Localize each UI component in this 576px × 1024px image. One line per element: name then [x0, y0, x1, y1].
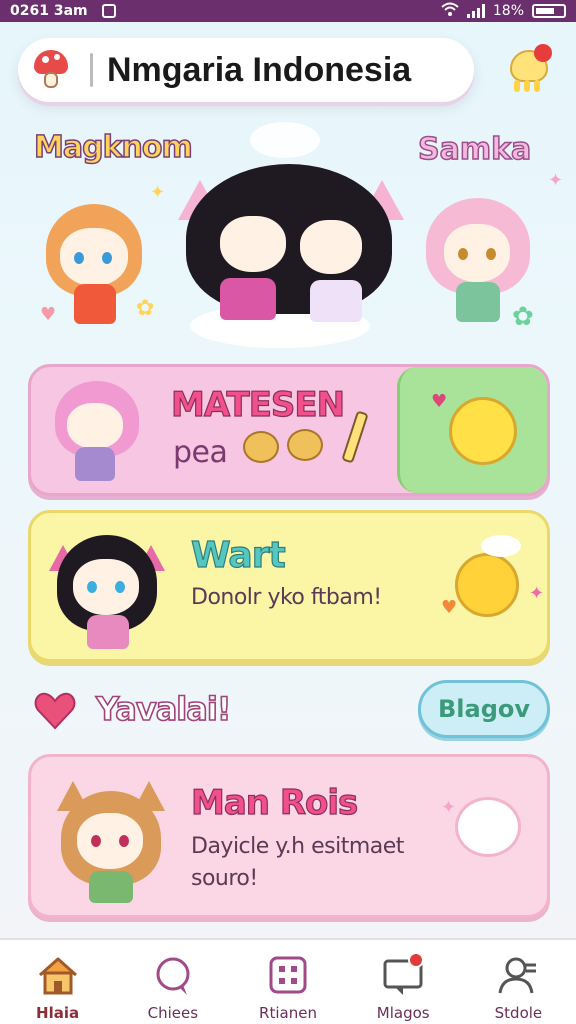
heart-icon: ♥ [441, 597, 458, 618]
card-3-title: Man Rois [190, 782, 358, 823]
bottom-navigation: Hlaia Chiees Rtianen Mlagos Stdole [0, 938, 576, 1024]
hamster-icon [243, 431, 279, 463]
grid-icon [266, 954, 310, 998]
header-divider [90, 53, 93, 87]
hamster-icon [287, 429, 323, 461]
feature-card-1[interactable]: MATESEN pea ♥ [28, 364, 550, 496]
flower-icon: ✿ [136, 296, 155, 321]
cloud-decoration [250, 122, 320, 158]
card-3-character [53, 771, 169, 907]
heart-icon: ♥ [431, 391, 448, 412]
card-2-title: Wart [190, 534, 286, 576]
sparkle-icon: ✦ [529, 583, 545, 604]
nav-label-grid: Rtianen [259, 1004, 317, 1022]
mushroom-logo-icon[interactable] [32, 48, 72, 92]
status-icons: 18% [441, 2, 566, 20]
mascot-notification-icon[interactable] [506, 44, 552, 96]
bunny-ghost-icon [455, 797, 521, 857]
sparkle-icon: ✦ [441, 797, 457, 818]
feature-card-2[interactable]: Wart Donolr yko ftbam! ♥ ✦ [28, 510, 550, 662]
notification-icon [101, 4, 116, 18]
page-title: Nmgaria Indonesia [107, 50, 412, 89]
nav-item-grid[interactable]: Rtianen [230, 940, 345, 1024]
nav-label-chat: Chiees [147, 1004, 199, 1022]
nav-item-home[interactable]: Hlaia [0, 940, 115, 1024]
notification-badge [407, 952, 424, 968]
nav-item-profile[interactable]: Stdole [461, 940, 576, 1024]
card-2-subtitle: Donolr yko ftbam! [191, 585, 382, 610]
hero-banner: Magknom Samka ✦ ✦ ♥ ✿ ✿ [0, 118, 576, 358]
hero-right-label: Samka [417, 131, 532, 168]
wifi-icon [441, 2, 459, 20]
battery-percent: 18% [492, 3, 524, 19]
smiley-mascot-icon [455, 553, 519, 617]
character-fox-girl[interactable] [40, 198, 150, 328]
heart-icon: ♥ [40, 304, 57, 325]
cloud-hat-decoration [481, 535, 521, 557]
status-bar: 0261 3am 18% [0, 0, 576, 22]
sparkle-icon: ✦ [150, 182, 166, 203]
card-1-title: MATESEN [170, 384, 345, 425]
card-1-subtitle: pea [173, 435, 228, 470]
chat-icon [151, 954, 195, 998]
heart-icon [34, 690, 76, 730]
card-3-subtitle: Dayicle y.h esitmaet souro! [191, 834, 404, 891]
nav-item-chat[interactable]: Chiees [115, 940, 230, 1024]
nav-label-home: Hlaia [36, 1004, 80, 1022]
nav-label-profile: Stdole [494, 1004, 543, 1022]
home-icon [36, 954, 80, 998]
profile-icon [496, 954, 540, 998]
section-action-button[interactable]: Blagov [418, 680, 550, 738]
feature-card-3[interactable]: Man Rois Dayicle y.h esitmaet souro! ✦ [28, 754, 550, 918]
app-header: Nmgaria Indonesia [18, 38, 474, 102]
flower-icon: ✿ [512, 302, 534, 332]
smiley-face-icon [449, 397, 517, 465]
signal-icon [466, 4, 485, 18]
section-title: Yavalai! [95, 689, 232, 729]
battery-icon [532, 4, 566, 18]
nav-item-messages[interactable]: Mlagos [346, 940, 461, 1024]
card-1-character [51, 377, 141, 485]
paint-tube-icon [341, 410, 369, 464]
character-black-hair-pair[interactable] [176, 154, 404, 344]
nav-label-messages: Mlagos [376, 1004, 430, 1022]
card-2-character [49, 523, 167, 653]
hero-left-label: Magknom [33, 129, 193, 166]
status-time: 0261 3am [10, 3, 88, 19]
sparkle-icon: ✦ [548, 170, 564, 191]
